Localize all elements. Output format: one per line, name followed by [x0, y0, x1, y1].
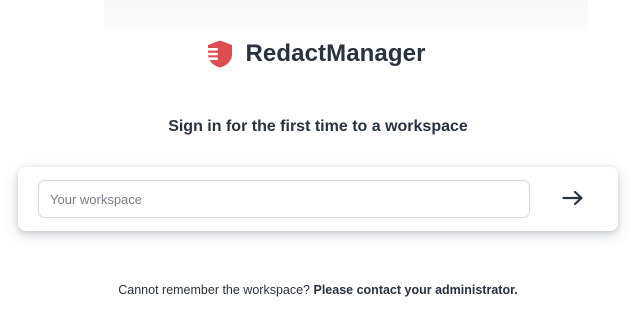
signin-heading: Sign in for the first time to a workspac… [168, 118, 468, 135]
workspace-input[interactable] [38, 180, 530, 218]
arrow-right-icon [562, 190, 584, 209]
redact-shield-icon [205, 39, 235, 69]
login-page: RedactManager Sign in for the first time… [0, 0, 631, 312]
top-banner-shadow [104, 0, 588, 34]
brand-name: RedactManager [245, 40, 426, 67]
help-footer: Cannot remember the workspace? Please co… [0, 283, 631, 297]
brand-header: RedactManager [0, 39, 631, 69]
contact-admin-text: Please contact your administrator. [313, 283, 518, 297]
workspace-card [18, 167, 618, 231]
submit-workspace-button[interactable] [557, 185, 589, 213]
footer-prompt: Cannot remember the workspace? [118, 283, 311, 297]
